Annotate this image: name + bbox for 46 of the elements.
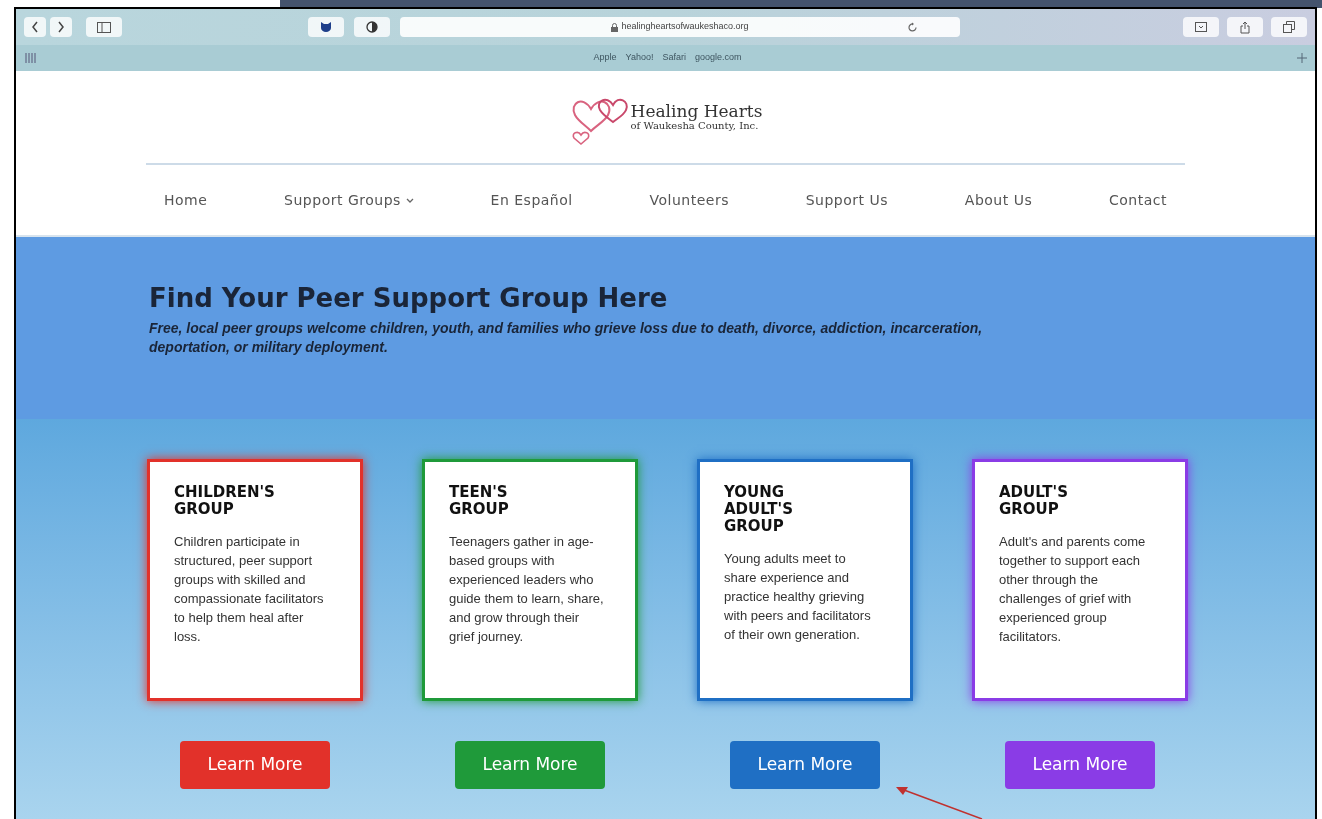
nav-link[interactable]: Support Groups: [284, 189, 414, 211]
download-button[interactable]: [1183, 17, 1219, 37]
chevron-right-icon: [57, 21, 65, 33]
nav-link[interactable]: En Español: [490, 189, 573, 211]
sidebar-button[interactable]: [86, 17, 122, 37]
nav-link[interactable]: Home: [164, 189, 208, 211]
nav-link[interactable]: Support Us: [805, 189, 889, 211]
shield-icon: [320, 21, 332, 33]
nav-link[interactable]: Volunteers: [649, 189, 729, 211]
learn-more-button[interactable]: Learn More: [180, 741, 330, 789]
card-description: Adult's and parents come together to support each other through the challenges of grief with experienced group facilitators.: [999, 533, 1147, 646]
forward-button[interactable]: [50, 17, 72, 37]
half-circle-icon: [366, 21, 378, 33]
reload-icon[interactable]: [907, 21, 918, 33]
bookmark-link[interactable]: Apple: [593, 51, 617, 65]
card-title: YOUNG ADULT'S GROUP: [724, 484, 794, 535]
address-bar[interactable]: healingheartsofwaukeshaco.org: [400, 17, 960, 37]
learn-more-button[interactable]: Learn More: [1005, 741, 1155, 789]
tabs-button[interactable]: [1271, 17, 1307, 37]
url-text: healingheartsofwaukeshaco.org: [621, 20, 749, 34]
learn-more-button[interactable]: Learn More: [455, 741, 605, 789]
back-button[interactable]: [24, 17, 46, 37]
nav-link[interactable]: Contact: [1108, 189, 1167, 211]
card-title: TEEN'S GROUP: [449, 484, 510, 518]
contrast-button[interactable]: [354, 17, 390, 37]
share-icon: [1240, 20, 1250, 34]
card-description: Teenagers gather in age-based groups with experienced leaders who guide them to learn, share, and grow through their grief journey.: [449, 533, 605, 646]
hero-subtitle: Free, local peer groups welcome children, youth, and families who grieve loss due to death, divorce, addiction, incarceration, deportation, or military deployment.: [149, 319, 984, 357]
logo-title: Healing Hearts: [630, 102, 763, 120]
bookmark-link[interactable]: google.com: [694, 51, 742, 65]
shield-extension-button[interactable]: [308, 17, 344, 37]
hero-heading: Find Your Peer Support Group Here: [149, 282, 669, 315]
card-title: ADULT'S GROUP: [999, 484, 1069, 518]
learn-more-button[interactable]: Learn More: [730, 741, 880, 789]
card-title: CHILDREN'S GROUP: [174, 484, 276, 518]
nav-link[interactable]: About Us: [964, 189, 1033, 211]
card-description: Young adults meet to share experience and practice healthy grieving with peers and facilitators of their own generation.: [724, 550, 872, 644]
sidebar-icon: [97, 21, 111, 33]
chevron-left-icon: [31, 21, 39, 33]
card-description: Children participate in structured, peer support groups with skilled and compassionate facilitators to help them heal after loss.: [174, 533, 325, 646]
bookmark-link[interactable]: Yahoo!: [625, 51, 654, 65]
bookmark-link[interactable]: Safari: [662, 51, 686, 65]
tabs-icon: [1283, 21, 1295, 33]
download-icon: [1195, 22, 1207, 32]
logo-subtitle: of Waukesha County, Inc.: [630, 120, 760, 132]
lock-icon: [611, 22, 619, 32]
